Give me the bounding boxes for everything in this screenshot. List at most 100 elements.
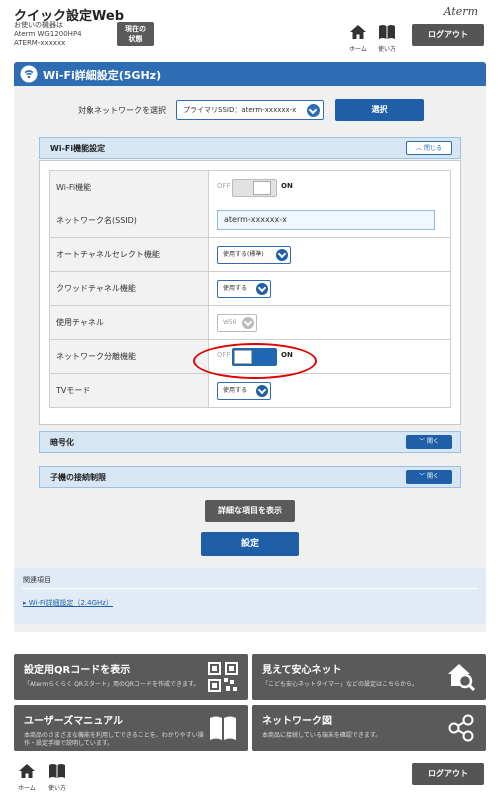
encryption-header: 暗号化 ﹀ 開く xyxy=(39,431,461,453)
network-map-card[interactable]: ネットワーク図 本商品に接続している端末を確認できます。 xyxy=(252,705,486,751)
ssid-label: ネットワーク名(SSID) xyxy=(49,204,209,237)
channel-label: 使用チャネル xyxy=(49,306,209,339)
save-settings-button[interactable]: 設定 xyxy=(201,532,299,556)
help-label: 使い方 xyxy=(377,46,396,53)
device-info: お使いの機器は Aterm WG1200HP4 ATERM-xxxxxx xyxy=(14,21,82,48)
home-button[interactable]: ホーム xyxy=(345,24,371,54)
toggle-off-label: OFF xyxy=(217,182,231,190)
footer-help-label: 使い方 xyxy=(47,785,66,792)
auto-channel-label: オートチャネルセレクト機能 xyxy=(49,238,209,271)
select-button[interactable]: 選択 xyxy=(335,99,424,121)
open-label: 開く xyxy=(426,438,439,445)
current-status-button[interactable]: 現在の 状態 xyxy=(117,22,154,46)
footer: ホーム 使い方 ログアウト xyxy=(0,757,500,805)
book-icon xyxy=(210,716,236,740)
quad-channel-value: 使用する xyxy=(223,285,248,292)
chevron-down-icon xyxy=(256,385,268,397)
help-button[interactable]: 使い方 xyxy=(374,24,400,54)
status-button-line2: 状態 xyxy=(128,35,143,43)
card-title: 見えて安心ネット xyxy=(262,665,342,676)
ssid-input[interactable]: aterm-xxxxxx-x xyxy=(217,210,435,230)
device-info-line: お使いの機器は xyxy=(14,21,63,29)
qr-code-card[interactable]: 設定用QRコードを表示 「Atermらくらく QRスタート」用のQRコードを作成… xyxy=(14,654,248,700)
card-description: 本商品のさまざまな機能を利用してできることを、わかりやすい操作・設定手順で説明し… xyxy=(24,732,204,747)
chevron-down-icon xyxy=(307,104,320,117)
tv-mode-label: TVモード xyxy=(49,374,209,407)
child-limit-header: 子機の接続制限 ﹀ 開く xyxy=(39,466,461,488)
user-manual-card[interactable]: ユーザーズマニュアル 本商品のさまざまな機能を利用してできることを、わかりやすい… xyxy=(14,705,248,751)
related-link-text: Wi-Fi詳細設定（2.4GHz） xyxy=(28,599,113,607)
card-title: ユーザーズマニュアル xyxy=(24,716,123,727)
footer-home-label: ホーム xyxy=(18,785,36,792)
quad-channel-select[interactable]: 使用する xyxy=(217,280,271,298)
auto-channel-select[interactable]: 使用する(標準) xyxy=(217,246,291,264)
logout-button[interactable]: ログアウト xyxy=(412,24,484,46)
book-icon xyxy=(379,25,395,39)
auto-channel-value: 使用する(標準) xyxy=(223,251,264,258)
open-child-limit-button[interactable]: ﹀ 開く xyxy=(406,470,452,484)
page-title-banner: Wi-Fi詳細設定(5GHz) xyxy=(14,62,486,86)
row-channel: 使用チャネル W56 xyxy=(49,306,451,340)
house-search-icon xyxy=(448,664,476,692)
wifi-icon xyxy=(20,65,38,83)
card-description: 「Atermらくらく QRスタート」用のQRコードを作成できます。 xyxy=(24,681,200,688)
related-items: 関連項目 ▸ Wi-Fi詳細設定（2.4GHz） xyxy=(14,568,486,624)
qr-code-icon xyxy=(208,662,238,692)
device-model: Aterm WG1200HP4 xyxy=(14,30,82,38)
encryption-title: 暗号化 xyxy=(50,438,74,447)
card-title: 設定用QRコードを表示 xyxy=(24,665,131,676)
chevron-down-icon: ﹀ xyxy=(419,438,427,445)
chevron-down-icon xyxy=(256,283,268,295)
related-title: 関連項目 xyxy=(23,576,51,584)
wifi-function-label: Wi-Fi機能 xyxy=(49,171,209,204)
row-ssid: ネットワーク名(SSID) aterm-xxxxxx-x xyxy=(49,204,451,238)
row-quad-channel: クワッドチャネル機能 使用する xyxy=(49,272,451,306)
show-details-button[interactable]: 詳細な項目を表示 xyxy=(205,500,295,522)
channel-value: W56 xyxy=(223,319,237,326)
card-description: 「こども安心ネットタイマー」などの設定はこちらから。 xyxy=(262,681,419,688)
card-title: ネットワーク図 xyxy=(262,716,332,727)
auto-channel-cell: 使用する(標準) xyxy=(209,238,451,271)
home-icon xyxy=(350,25,366,39)
close-section-button[interactable]: ︿ 閉じる xyxy=(406,141,452,155)
target-network-value: プライマリSSID：aterm-xxxxxx-x xyxy=(183,106,297,114)
ssid-value-cell: aterm-xxxxxx-x xyxy=(209,204,451,237)
row-tv-mode: TVモード 使用する xyxy=(49,374,451,408)
close-label: 閉じる xyxy=(423,145,442,152)
toggle-knob xyxy=(253,181,271,195)
chevron-down-icon xyxy=(242,317,254,329)
network-separation-label: ネットワーク分離機能 xyxy=(49,340,209,373)
related-link-wifi-24ghz[interactable]: ▸ Wi-Fi詳細設定（2.4GHz） xyxy=(23,598,113,608)
footer-home-button[interactable]: ホーム xyxy=(14,763,40,793)
footer-logout-button[interactable]: ログアウト xyxy=(412,763,484,785)
open-encryption-button[interactable]: ﹀ 開く xyxy=(406,435,452,449)
home-label: ホーム xyxy=(349,46,367,53)
row-wifi-function: Wi-Fi機能 OFF ON xyxy=(49,170,451,204)
book-icon xyxy=(49,764,65,778)
brand-logo: Aterm xyxy=(443,5,478,18)
wifi-function-value: OFF ON xyxy=(209,171,451,204)
mieru-anshin-card[interactable]: 見えて安心ネット 「こども安心ネットタイマー」などの設定はこちらから。 xyxy=(252,654,486,700)
toggle-track xyxy=(232,179,277,197)
target-network-select[interactable]: プライマリSSID：aterm-xxxxxx-x xyxy=(176,100,324,120)
channel-select: W56 xyxy=(217,314,257,332)
channel-cell: W56 xyxy=(209,306,451,339)
footer-help-button[interactable]: 使い方 xyxy=(44,763,70,793)
wifi-settings-header: Wi-Fi機能設定 ︿ 閉じる xyxy=(39,137,461,159)
quad-channel-label: クワッドチャネル機能 xyxy=(49,272,209,305)
related-divider xyxy=(22,588,478,589)
wifi-settings-title: Wi-Fi機能設定 xyxy=(50,144,106,153)
device-name: ATERM-xxxxxx xyxy=(14,39,66,47)
wifi-function-toggle[interactable]: OFF ON xyxy=(217,179,317,197)
home-icon xyxy=(19,764,35,778)
card-description: 本商品に接続している端末を確認できます。 xyxy=(262,732,382,739)
tv-mode-select[interactable]: 使用する xyxy=(217,382,271,400)
page-title: Wi-Fi詳細設定(5GHz) xyxy=(43,69,162,82)
row-auto-channel: オートチャネルセレクト機能 使用する(標準) xyxy=(49,238,451,272)
target-network-label: 対象ネットワークを選択 xyxy=(78,106,166,115)
quad-channel-cell: 使用する xyxy=(209,272,451,305)
tv-mode-value: 使用する xyxy=(223,387,248,394)
network-icon xyxy=(448,714,474,742)
open-label: 開く xyxy=(426,473,439,480)
child-limit-title: 子機の接続制限 xyxy=(50,473,106,482)
